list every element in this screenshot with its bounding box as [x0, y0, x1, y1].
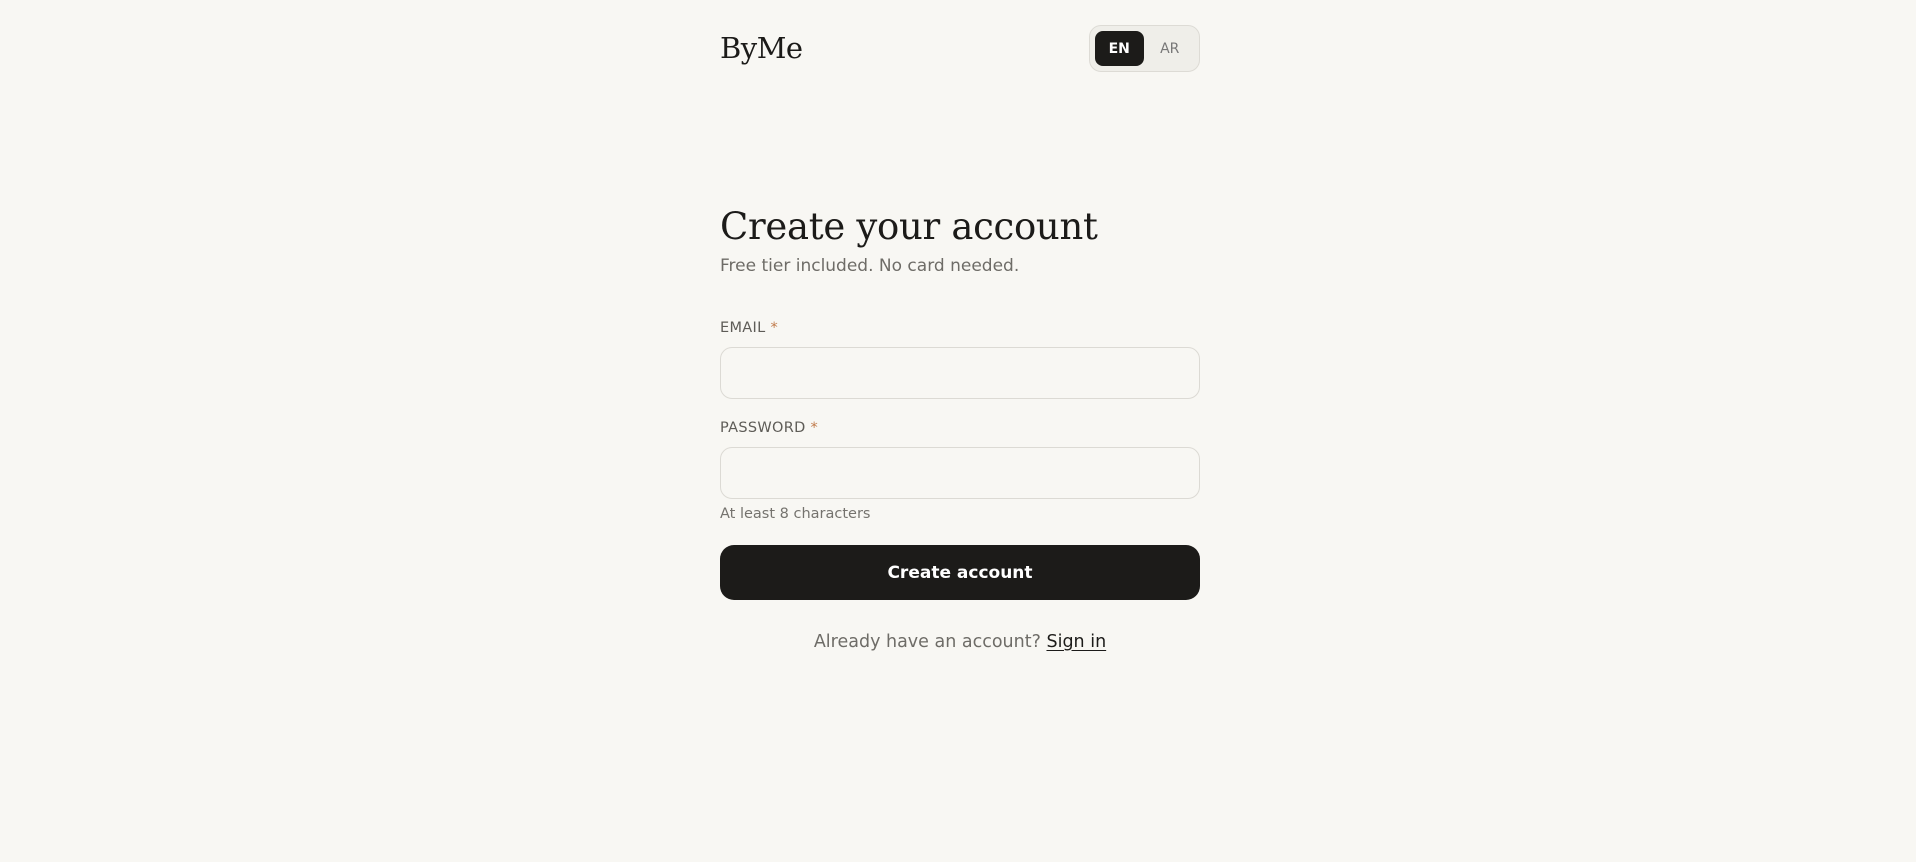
brand-logo[interactable]: ByMe [720, 28, 803, 68]
language-ar-button[interactable]: AR [1146, 31, 1195, 66]
signin-prompt-text: Already have an account? [813, 632, 1041, 652]
email-label: EMAIL * [720, 319, 778, 337]
password-field[interactable] [720, 447, 1200, 499]
signin-link[interactable]: Sign in [1046, 632, 1106, 652]
password-required-mark: * [810, 420, 819, 436]
signin-prompt: Already have an account? Sign in [720, 630, 1200, 654]
email-required-mark: * [770, 320, 779, 336]
email-label-text: EMAIL [720, 320, 766, 336]
page-subtitle: Free tier included. No card needed. [720, 256, 1020, 276]
top-header: ByMe EN AR [720, 24, 1200, 72]
create-account-button[interactable]: Create account [720, 545, 1200, 600]
password-hint: At least 8 characters [720, 506, 871, 522]
page-title: Create your account [720, 205, 1098, 248]
email-field[interactable] [720, 347, 1200, 399]
language-en-button[interactable]: EN [1095, 31, 1144, 66]
signup-page: ByMe EN AR Create your account Free tier… [0, 0, 1916, 862]
password-label-text: PASSWORD [720, 420, 806, 436]
password-label: PASSWORD * [720, 419, 818, 437]
language-toggle: EN AR [1089, 25, 1200, 72]
